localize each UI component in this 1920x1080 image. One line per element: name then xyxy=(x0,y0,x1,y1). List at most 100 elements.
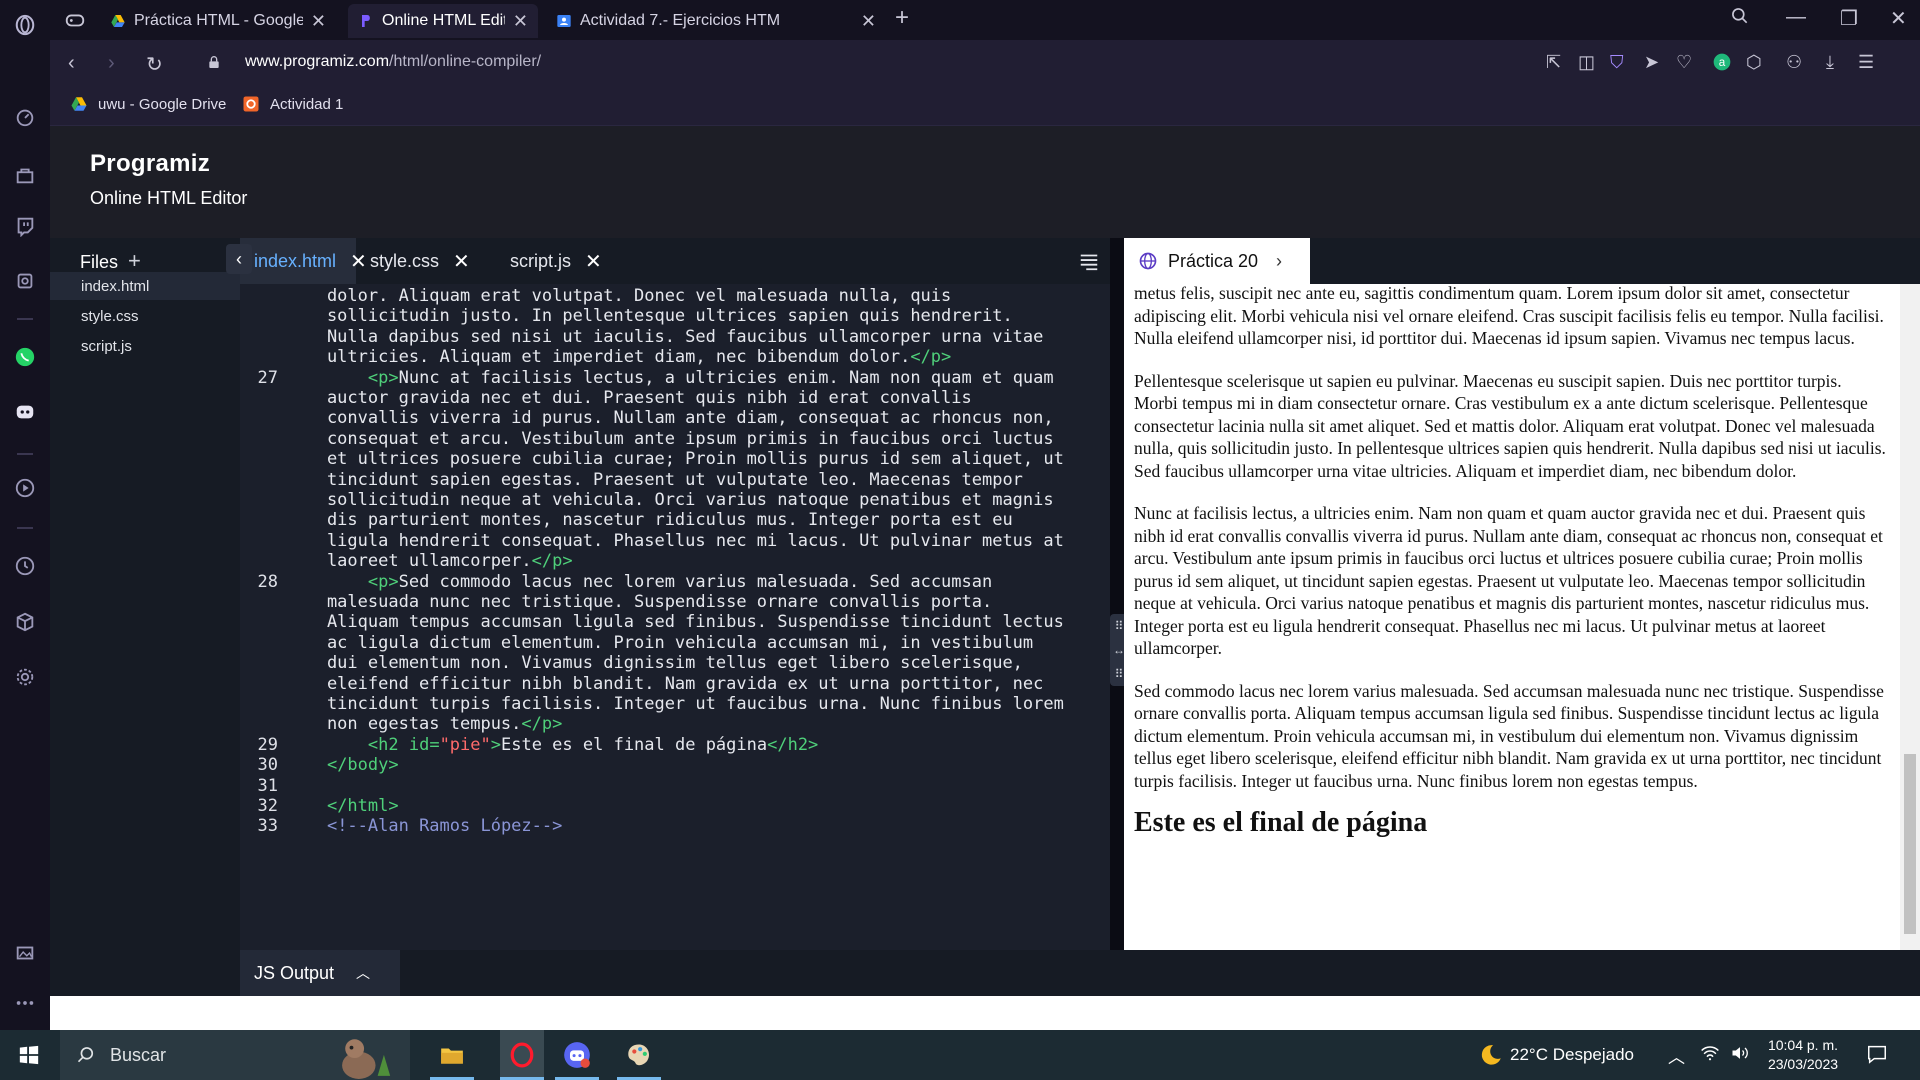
notifications-icon[interactable] xyxy=(1866,1043,1888,1070)
code-token: Este es el final de página xyxy=(501,734,768,755)
programiz-icon xyxy=(362,15,370,27)
opera-taskbar-icon[interactable] xyxy=(500,1030,544,1080)
vpn-shield-icon[interactable]: ⛉ xyxy=(1610,52,1624,73)
account-a-icon[interactable]: a xyxy=(1712,52,1732,77)
easy-setup-icon[interactable]: ☰ xyxy=(1858,52,1874,73)
wifi-icon[interactable] xyxy=(1700,1043,1720,1068)
shopping-icon[interactable] xyxy=(12,162,38,188)
lock-icon[interactable] xyxy=(206,53,222,77)
speed-dial-icon[interactable] xyxy=(12,104,38,130)
preview-paragraph: Pellentesque scelerisque ut sapien eu pu… xyxy=(1134,370,1886,481)
workspaces-icon[interactable] xyxy=(62,7,88,33)
preview-content: metus felis, suscipit nec ante eu, sagit… xyxy=(1134,284,1886,836)
files-panel: Files + index.html style.css script.js xyxy=(50,238,240,1080)
classroom-icon xyxy=(557,15,571,27)
downloads-icon[interactable]: ⤓ xyxy=(1826,52,1834,73)
preview-tab[interactable]: Práctica 20 › xyxy=(1124,238,1310,284)
close-icon[interactable]: ✕ xyxy=(585,249,602,274)
paint-icon[interactable] xyxy=(624,1040,654,1070)
new-tab-button[interactable]: + xyxy=(895,4,909,32)
js-output-tab[interactable]: JS Output ︿ xyxy=(240,950,400,996)
bookmark-item[interactable]: uwu - Google Drive xyxy=(70,95,226,113)
opera-logo-icon[interactable] xyxy=(12,12,38,38)
output-bar: JS Output ︿ xyxy=(240,950,1920,996)
send-icon[interactable]: ➤ xyxy=(1644,52,1659,73)
code-token: Nulla dapibus sed nisi ut iaculis. Sed f… xyxy=(286,326,1044,347)
preview-scrollbar[interactable] xyxy=(1900,284,1920,952)
discord-taskbar-icon[interactable] xyxy=(562,1040,592,1070)
more-icon[interactable] xyxy=(12,990,38,1016)
preview-paragraph: Sed commodo lacus nec lorem varius males… xyxy=(1134,680,1884,791)
file-item-style[interactable]: style.css xyxy=(50,302,240,330)
code-token: > xyxy=(490,734,501,755)
tab-title: Práctica HTML - Google Dr xyxy=(134,12,303,29)
code-line[interactable]: 33 <!--Alan Ramos López--> xyxy=(240,814,1110,839)
file-item-script[interactable]: script.js xyxy=(50,332,240,360)
tab-style-css[interactable]: style.css ✕ xyxy=(356,238,486,284)
camera-icon[interactable]: ◫ xyxy=(1578,52,1595,73)
forward-button[interactable]: › xyxy=(108,52,115,75)
code-token: </body> xyxy=(326,755,399,776)
bookmark-item[interactable]: Actividad 1 xyxy=(242,95,343,113)
add-file-button[interactable]: + xyxy=(128,248,141,274)
weather-text[interactable]: 22°C Despejado xyxy=(1510,1045,1634,1065)
close-tab-icon[interactable]: ✕ xyxy=(311,11,326,32)
reload-button[interactable]: ↻ xyxy=(146,52,163,77)
bookmarks-bar: uwu - Google Drive Actividad 1 xyxy=(50,86,1920,126)
profile-icon[interactable]: ⚇ xyxy=(1786,52,1802,73)
close-tab-icon[interactable]: ✕ xyxy=(861,11,876,32)
browser-tab[interactable]: Actividad 7.- Ejercicios HTM ✕ xyxy=(546,4,886,38)
url-field[interactable]: www.programiz.com/html/online-compiler/ xyxy=(245,53,541,71)
scrollbar-thumb[interactable] xyxy=(1904,754,1916,934)
discord-icon[interactable] xyxy=(12,399,38,425)
pane-divider xyxy=(1110,238,1124,950)
collapse-files-button[interactable]: ‹ xyxy=(226,244,252,274)
show-hidden-icons-icon[interactable]: ︿ xyxy=(1668,1043,1685,1068)
weather-moon-icon[interactable] xyxy=(1476,1040,1506,1070)
close-window-button[interactable]: ✕ xyxy=(1890,6,1907,31)
code-editor[interactable]: dolor. Aliquam erat volutpat. Donec vel … xyxy=(240,284,1110,950)
browser-tab-active[interactable]: Online HTML Editor ✕ xyxy=(348,4,538,38)
restore-button[interactable]: ❐ xyxy=(1840,6,1858,31)
chevron-up-icon[interactable]: ︿ xyxy=(356,963,370,983)
word-wrap-icon[interactable] xyxy=(1078,250,1100,278)
file-item-index[interactable]: index.html xyxy=(50,272,240,300)
code-token: auctor gravida nec et dui. Praesent quis… xyxy=(286,388,972,408)
gallery-icon[interactable] xyxy=(12,940,38,966)
search-icon xyxy=(77,1047,94,1063)
tab-search-icon[interactable] xyxy=(1730,6,1750,32)
extensions-icon[interactable] xyxy=(12,268,38,294)
history-icon[interactable] xyxy=(12,553,38,579)
system-clock[interactable]: 10:04 p. m. 23/03/2023 xyxy=(1758,1036,1848,1074)
minimize-button[interactable]: — xyxy=(1786,6,1806,29)
share-icon[interactable]: ⇱ xyxy=(1546,52,1561,73)
close-tab-icon[interactable]: ✕ xyxy=(513,11,528,32)
player-icon[interactable] xyxy=(12,475,38,501)
twitch-icon[interactable] xyxy=(12,213,38,239)
windows-start-icon[interactable] xyxy=(14,1040,44,1070)
programiz-logo[interactable]: Programiz xyxy=(90,150,210,178)
back-button[interactable]: ‹ xyxy=(68,52,75,75)
close-icon[interactable]: ✕ xyxy=(453,249,470,274)
code-token: sollicitudin neque at vehicula. Orci var… xyxy=(286,490,1054,510)
file-explorer-icon[interactable] xyxy=(437,1040,467,1070)
code-token: ac ligula dictum elementum. Proin vehicu… xyxy=(286,632,1034,653)
volume-icon[interactable] xyxy=(1730,1043,1750,1068)
code-token: et ultrices posuere cubilia curae; Proin… xyxy=(286,449,1064,470)
code-token: "pie" xyxy=(439,734,491,755)
taskbar-search[interactable]: Buscar xyxy=(60,1030,410,1080)
code-token: </p> xyxy=(910,347,952,368)
tab-index-html[interactable]: index.html ✕ xyxy=(240,238,367,284)
box-icon[interactable]: ⬡ xyxy=(1746,52,1762,73)
opera-sidebar xyxy=(0,0,50,1030)
heart-icon[interactable]: ♡ xyxy=(1676,52,1692,73)
settings-icon[interactable] xyxy=(12,664,38,690)
tab-script-js[interactable]: script.js ✕ xyxy=(496,238,620,284)
cube-icon[interactable] xyxy=(12,609,38,635)
browser-tab[interactable]: Práctica HTML - Google Dr ✕ xyxy=(100,4,336,38)
chevron-right-icon[interactable]: › xyxy=(1276,251,1282,272)
preview-title: Práctica 20 xyxy=(1168,250,1259,271)
whatsapp-icon[interactable] xyxy=(12,344,38,370)
